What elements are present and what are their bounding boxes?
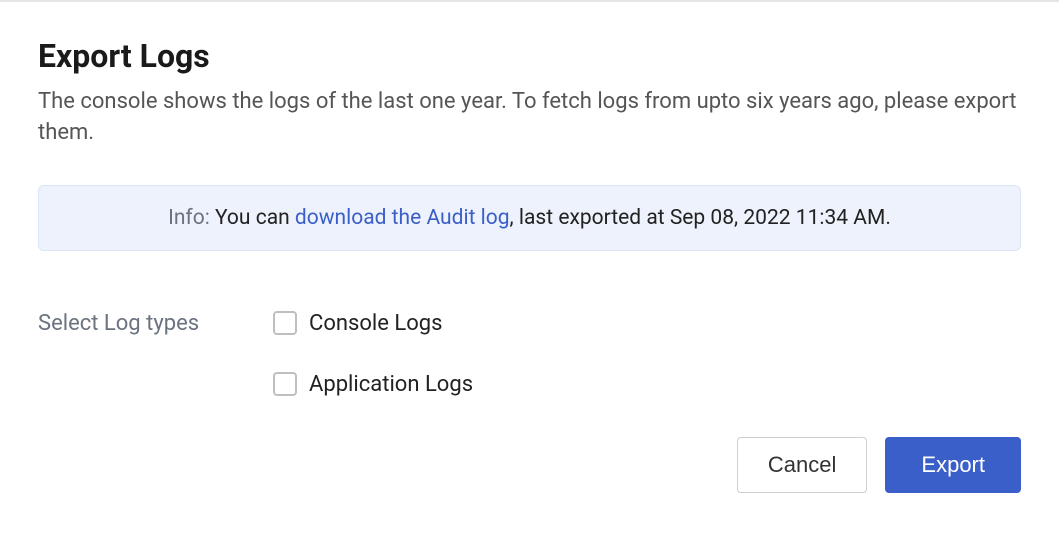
page-description: The console shows the logs of the last o… (38, 87, 1021, 149)
info-text-prefix: You can (210, 206, 295, 230)
download-audit-log-link[interactable]: download the Audit log (295, 206, 510, 230)
checkbox-label: Application Logs (309, 372, 473, 397)
checkbox-icon (273, 311, 297, 335)
export-logs-dialog: Export Logs The console shows the logs o… (0, 2, 1059, 493)
checkbox-application-logs[interactable]: Application Logs (273, 372, 473, 397)
select-log-types-label: Select Log types (38, 311, 273, 336)
log-type-section: Select Log types Console Logs Applicatio… (38, 311, 1021, 397)
checkbox-label: Console Logs (309, 311, 443, 336)
cancel-button[interactable]: Cancel (737, 437, 867, 493)
checkbox-group: Console Logs Application Logs (273, 311, 473, 397)
page-title: Export Logs (38, 37, 1021, 75)
button-row: Cancel Export (38, 437, 1021, 493)
info-label: Info: (168, 206, 210, 230)
info-box: Info: You can download the Audit log, la… (38, 185, 1021, 251)
checkbox-icon (273, 372, 297, 396)
checkbox-console-logs[interactable]: Console Logs (273, 311, 473, 336)
export-button[interactable]: Export (885, 437, 1021, 493)
info-text-suffix: , last exported at Sep 08, 2022 11:34 AM… (510, 206, 891, 230)
